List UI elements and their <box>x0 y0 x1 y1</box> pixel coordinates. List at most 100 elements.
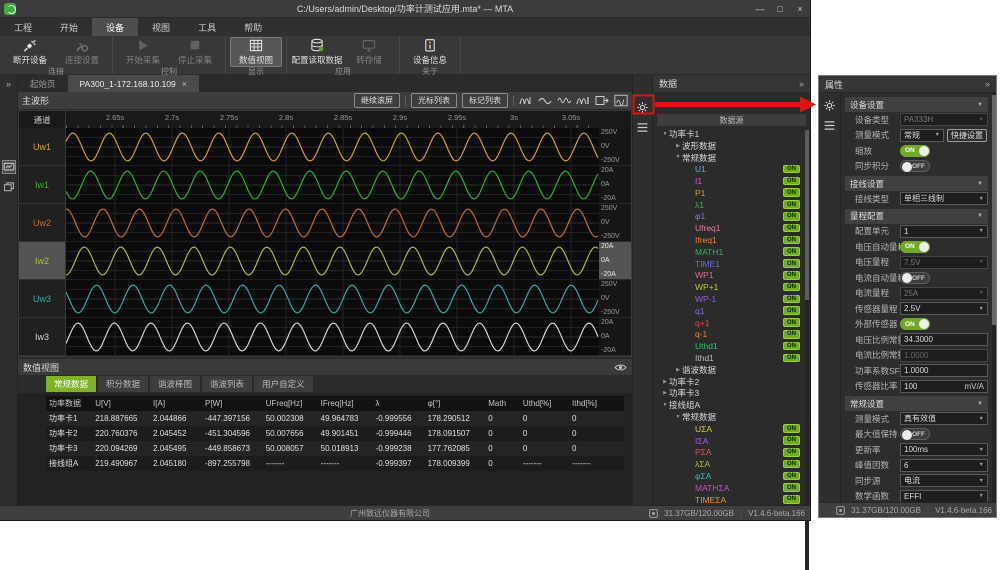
on-badge[interactable]: ON <box>783 436 800 445</box>
tree-node-λΣA[interactable]: λΣAON <box>653 458 810 470</box>
tree-node-TIMEΣA[interactable]: TIMEΣAON <box>653 494 810 505</box>
channel-label-Iw1[interactable]: Iw1 <box>19 166 66 204</box>
menu-item-设备[interactable]: 设备 <box>92 18 138 36</box>
section-header-设备设置[interactable]: 设备设置▼ <box>845 97 988 112</box>
on-badge[interactable]: ON <box>783 188 800 197</box>
tree-node-MATHΣA[interactable]: MATHΣAON <box>653 482 810 494</box>
tree-node-q+1[interactable]: q+1ON <box>653 317 810 329</box>
eye-icon[interactable] <box>614 363 627 372</box>
on-badge[interactable]: ON <box>783 495 800 504</box>
on-badge[interactable]: ON <box>783 424 800 433</box>
toggle-最大值保持[interactable]: OFF <box>900 428 930 440</box>
channel-row-Iw1[interactable]: Iw120A0A-20A <box>19 166 631 204</box>
rail-waveform-view-icon[interactable] <box>2 160 16 174</box>
properties-scrollbar[interactable] <box>992 93 996 502</box>
waveform-button-光标列表[interactable]: 光标列表 <box>411 93 457 108</box>
tree-node-Ufreq1[interactable]: Ufreq1ON <box>653 222 810 234</box>
document-tab-PA300_1-172.168.10.109[interactable]: PA300_1-172.168.10.109× <box>68 75 200 92</box>
window-minimize-button[interactable]: — <box>750 0 770 18</box>
on-badge[interactable]: ON <box>783 448 800 457</box>
toggle-同步积分[interactable]: OFF <box>900 160 930 172</box>
ribbon-button-设备信息[interactable]: 设备信息 <box>404 37 456 67</box>
select-数学函数[interactable]: EFFI▼ <box>900 490 988 502</box>
on-badge[interactable]: ON <box>783 318 800 327</box>
on-badge[interactable]: ON <box>783 283 800 292</box>
waveform-button-继续滚屏[interactable]: 继续滚屏 <box>354 93 400 108</box>
on-badge[interactable]: ON <box>783 306 800 315</box>
ribbon-button-断开设备[interactable]: 断开设备 <box>4 37 56 67</box>
channel-label-Uw1[interactable]: Uw1 <box>19 128 66 166</box>
section-header-量程配置[interactable]: 量程配置▼ <box>845 209 988 224</box>
rail-layers-icon[interactable] <box>2 180 16 194</box>
on-badge[interactable]: ON <box>783 224 800 233</box>
numeric-tab-谐波列表[interactable]: 谐波列表 <box>202 376 252 392</box>
select-接线类型[interactable]: 单相三线制▼ <box>900 192 988 205</box>
wave-envelope-icon[interactable] <box>538 94 552 107</box>
waveform-button-标记列表[interactable]: 标记列表 <box>462 93 508 108</box>
channel-row-Uw2[interactable]: Uw2250V0V-250V <box>19 204 631 242</box>
tree-node-Uthd1[interactable]: Uthd1ON <box>653 340 810 352</box>
tree-node-谐波数据[interactable]: ▶谐波数据 <box>653 364 810 376</box>
tree-node-q1[interactable]: q1ON <box>653 305 810 317</box>
on-badge[interactable]: ON <box>783 236 800 245</box>
select-测量模式[interactable]: 真有效值▼ <box>900 412 988 425</box>
on-badge[interactable]: ON <box>783 259 800 268</box>
tree-node-IΣA[interactable]: IΣAON <box>653 435 810 447</box>
tree-node-WP-1[interactable]: WP-1ON <box>653 293 810 305</box>
section-header-常规设置[interactable]: 常规设置▼ <box>845 396 988 411</box>
tree-node-q-1[interactable]: q-1ON <box>653 329 810 341</box>
properties-gear-icon[interactable] <box>822 98 838 113</box>
tree-node-φΣA[interactable]: φΣAON <box>653 470 810 482</box>
tree-node-Ithd1[interactable]: Ithd1ON <box>653 352 810 364</box>
menu-item-工具[interactable]: 工具 <box>184 18 230 36</box>
window-maximize-button[interactable]: □ <box>770 0 790 18</box>
select-峰值因数[interactable]: 6▼ <box>900 459 988 472</box>
document-tab-起始页[interactable]: 起始页 <box>18 75 68 92</box>
properties-collapse-icon[interactable]: » <box>985 79 990 89</box>
on-badge[interactable]: ON <box>783 483 800 492</box>
tree-node-功率卡1[interactable]: ▼功率卡1 <box>653 128 810 140</box>
tree-node-常规数据[interactable]: ▼常规数据 <box>653 152 810 164</box>
menu-item-开始[interactable]: 开始 <box>46 18 92 36</box>
channel-row-Uw1[interactable]: Uw1250V0V-250V <box>19 128 631 166</box>
input-功率系数SF[interactable]: 1.0000 <box>900 364 988 377</box>
wave-mark-icon[interactable] <box>576 94 590 107</box>
data-list-icon[interactable] <box>635 120 651 135</box>
wave-fit-icon[interactable] <box>519 94 533 107</box>
rail-collapse-icon[interactable]: » <box>6 75 11 92</box>
select-测量模式[interactable]: 常规▼ <box>900 129 944 142</box>
numeric-tab-谐波棒图[interactable]: 谐波棒图 <box>150 376 200 392</box>
quick-setup-button[interactable]: 快捷设置 <box>947 129 987 142</box>
toggle-电压自动量程[interactable]: ON <box>900 241 930 253</box>
properties-list-icon[interactable] <box>822 118 838 133</box>
on-badge[interactable]: ON <box>783 212 800 221</box>
table-row[interactable]: 功率卡2220.7603762.045452-451.30459650.0076… <box>46 426 624 441</box>
tree-node-TIME1[interactable]: TIME1ON <box>653 258 810 270</box>
tree-node-功率卡2[interactable]: ▶功率卡2 <box>653 376 810 388</box>
tree-node-功率卡3[interactable]: ▶功率卡3 <box>653 388 810 400</box>
on-badge[interactable]: ON <box>783 354 800 363</box>
data-panel-scrollbar[interactable] <box>805 130 809 570</box>
channel-label-Uw3[interactable]: Uw3 <box>19 280 66 318</box>
on-badge[interactable]: ON <box>783 271 800 280</box>
toggle-电流自动量程[interactable]: OFF <box>900 272 930 284</box>
ribbon-button-数值视图[interactable]: 数值视图 <box>230 37 282 67</box>
toggle-外部传感器[interactable]: ON <box>900 318 930 330</box>
on-badge[interactable]: ON <box>783 460 800 469</box>
channel-label-Iw2[interactable]: Iw2 <box>19 242 66 280</box>
menu-item-工程[interactable]: 工程 <box>0 18 46 36</box>
tree-node-Ifreq1[interactable]: Ifreq1ON <box>653 234 810 246</box>
select-传感器量程[interactable]: 2.5V▼ <box>900 302 988 315</box>
tree-node-常规数据[interactable]: ▼常规数据 <box>653 411 810 423</box>
select-同步源[interactable]: 电流▼ <box>900 474 988 487</box>
channel-row-Uw3[interactable]: Uw3250V0V-250V <box>19 280 631 318</box>
tree-node-λ1[interactable]: λ1ON <box>653 199 810 211</box>
tree-node-接线组A[interactable]: ▼接线组A <box>653 399 810 411</box>
channel-row-Iw3[interactable]: Iw320A0A-20A <box>19 318 631 356</box>
tree-node-U1[interactable]: U1ON <box>653 163 810 175</box>
select-更新率[interactable]: 100ms▼ <box>900 443 988 456</box>
tab-close-icon[interactable]: × <box>182 79 187 89</box>
tree-node-MATH1[interactable]: MATH1ON <box>653 246 810 258</box>
input-传感器比率[interactable]: 100mV/A <box>900 380 988 393</box>
numeric-tab-常规数据[interactable]: 常规数据 <box>46 376 96 392</box>
